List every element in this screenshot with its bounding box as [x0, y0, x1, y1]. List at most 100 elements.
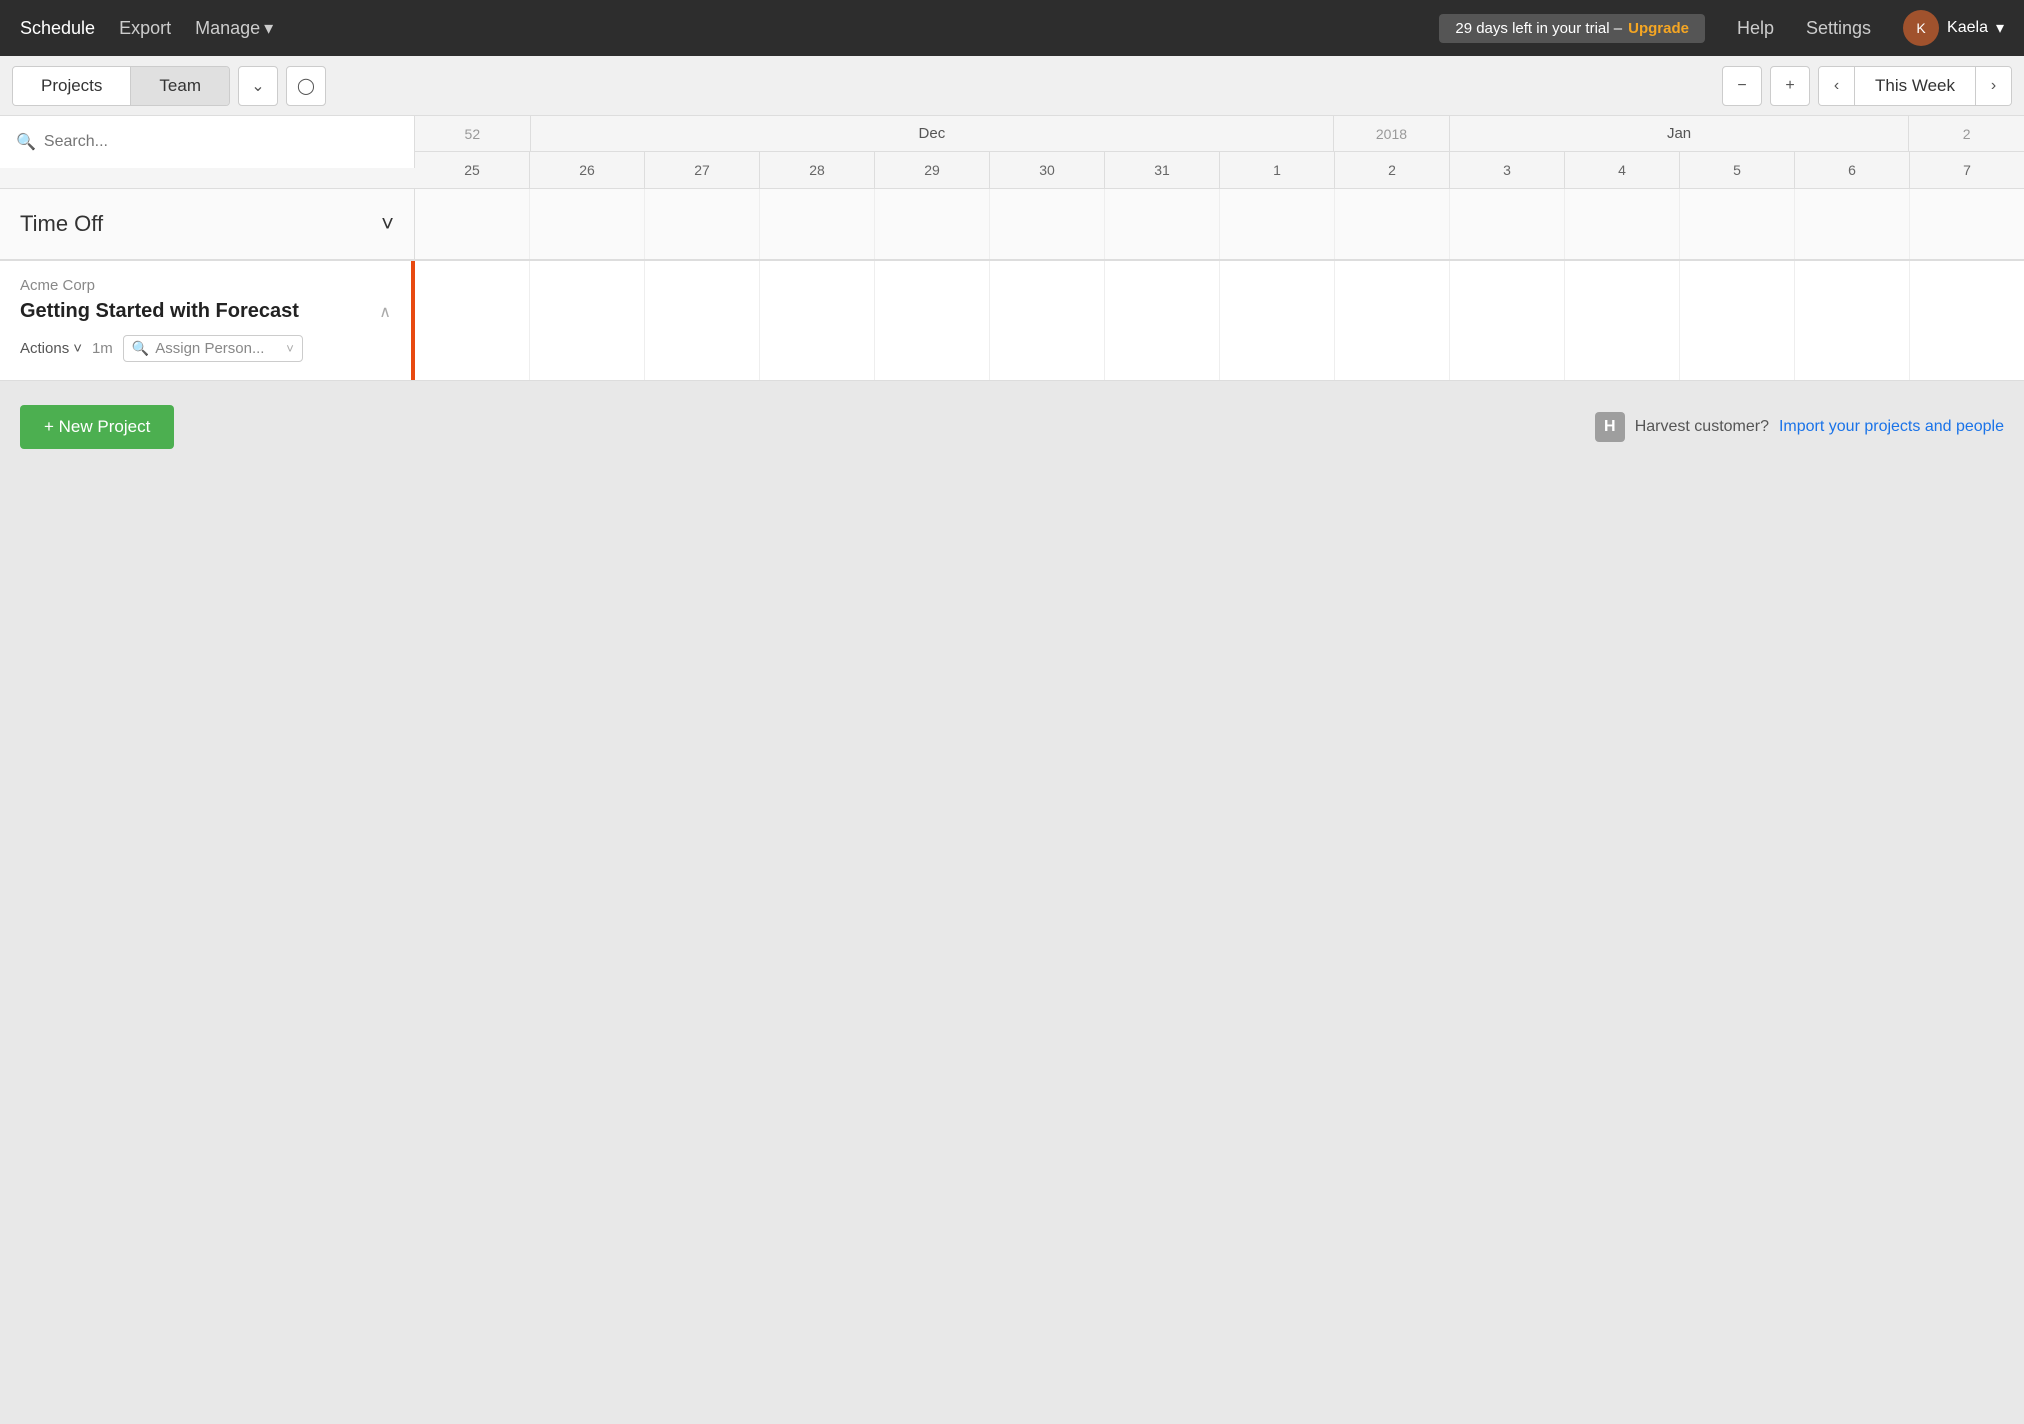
tab-team[interactable]: Team: [131, 67, 229, 105]
zoom-out-btn[interactable]: −: [1722, 66, 1762, 106]
month-dec: Dec: [531, 116, 1335, 151]
nav-export[interactable]: Export: [119, 18, 171, 39]
time-off-cell-5: [990, 189, 1105, 259]
user-chevron: ▾: [1996, 18, 2004, 38]
tab-group: Projects Team: [12, 66, 230, 106]
duration-label: 1m: [92, 340, 113, 357]
date-2: 2: [1335, 152, 1450, 188]
clock-btn[interactable]: ◯: [286, 66, 326, 106]
time-off-cell-9: [1450, 189, 1565, 259]
date-4: 4: [1565, 152, 1680, 188]
assign-dropdown-chevron: ˅: [286, 341, 294, 356]
new-project-button[interactable]: + New Project: [20, 405, 174, 449]
time-off-cell-13: [1910, 189, 2024, 259]
actions-chevron: ˅: [73, 340, 82, 357]
project-cell-6: [1105, 261, 1220, 380]
project-cell-13: [1910, 261, 2024, 380]
date-26: 26: [530, 152, 645, 188]
time-off-grid: [415, 189, 2024, 259]
assign-placeholder: Assign Person...: [155, 340, 264, 357]
search-row: 🔍: [0, 116, 415, 168]
collapse-icon: ⌄: [251, 76, 264, 96]
trial-text: 29 days left in your trial –: [1455, 20, 1622, 37]
time-off-cell-12: [1795, 189, 1910, 259]
time-off-cell-1: [530, 189, 645, 259]
toolbar: Projects Team ⌄ ◯ − + ‹ This Week ›: [0, 56, 2024, 116]
nav-settings[interactable]: Settings: [1806, 18, 1871, 39]
zoom-in-icon: +: [1785, 77, 1794, 95]
zoom-out-icon: −: [1737, 77, 1746, 95]
date-5: 5: [1680, 152, 1795, 188]
project-cell-9: [1450, 261, 1565, 380]
zoom-in-btn[interactable]: +: [1770, 66, 1810, 106]
project-cell-8: [1335, 261, 1450, 380]
time-off-row: Time Off ˅: [0, 189, 2024, 261]
date-row: 25 26 27 28 29 30 31 1 2 3 4 5 6 7: [415, 152, 2024, 188]
collapse-btn[interactable]: ⌄: [238, 66, 278, 106]
week-next-btn[interactable]: ›: [1975, 66, 2011, 106]
time-off-cell-8: [1335, 189, 1450, 259]
time-off-cell-0: [415, 189, 530, 259]
time-off-cell-7: [1220, 189, 1335, 259]
time-off-chevron[interactable]: ˅: [381, 211, 394, 237]
harvest-icon: H: [1595, 412, 1625, 442]
date-7: 7: [1910, 152, 2024, 188]
project-cell-5: [990, 261, 1105, 380]
time-off-cell-2: [645, 189, 760, 259]
project-cell-10: [1565, 261, 1680, 380]
footer-area: + New Project H Harvest customer? Import…: [0, 381, 2024, 473]
project-cell-0: [415, 261, 530, 380]
user-name: Kaela: [1947, 19, 1988, 37]
time-off-cell-6: [1105, 189, 1220, 259]
time-off-cell-11: [1680, 189, 1795, 259]
week-label: This Week: [1855, 67, 1975, 105]
assign-dropdown[interactable]: 🔍 Assign Person... ˅: [123, 335, 303, 362]
project-client: Acme Corp: [20, 277, 391, 294]
month-trailing: 2: [1909, 116, 2024, 151]
nav-help[interactable]: Help: [1737, 18, 1774, 39]
tab-projects[interactable]: Projects: [13, 67, 131, 105]
search-input[interactable]: [44, 133, 398, 151]
project-name-row: Getting Started with Forecast ∧: [20, 300, 391, 323]
time-off-text: Time Off: [20, 211, 103, 237]
project-grid: [415, 261, 2024, 380]
project-cell-11: [1680, 261, 1795, 380]
project-actions-row: Actions ˅ 1m 🔍 Assign Person... ˅: [20, 335, 391, 362]
project-cell-2: [645, 261, 760, 380]
date-29: 29: [875, 152, 990, 188]
nav-user[interactable]: K Kaela ▾: [1903, 10, 2004, 46]
harvest-text: Harvest customer?: [1635, 418, 1769, 436]
date-6: 6: [1795, 152, 1910, 188]
project-collapse-chevron[interactable]: ∧: [379, 302, 391, 322]
date-25: 25: [415, 152, 530, 188]
project-left: Acme Corp Getting Started with Forecast …: [0, 261, 415, 380]
search-icon: 🔍: [16, 132, 36, 152]
nav-manage-label: Manage: [195, 18, 260, 39]
date-27: 27: [645, 152, 760, 188]
week-num-52: 52: [415, 116, 531, 151]
time-off-label: Time Off ˅: [0, 189, 415, 259]
date-28: 28: [760, 152, 875, 188]
calendar-header: 52 Dec 2018 Jan 2 25 26 27 28 29 30 31 1…: [415, 116, 2024, 188]
top-nav: Schedule Export Manage ▾ 29 days left in…: [0, 0, 2024, 56]
nav-schedule[interactable]: Schedule: [20, 18, 95, 39]
project-cell-4: [875, 261, 990, 380]
project-section: Acme Corp Getting Started with Forecast …: [0, 261, 2024, 381]
search-assign-icon: 🔍: [132, 340, 149, 357]
nav-manage-chevron: ▾: [264, 18, 273, 39]
date-31: 31: [1105, 152, 1220, 188]
week-prev-btn[interactable]: ‹: [1819, 66, 1855, 106]
trial-badge: 29 days left in your trial – Upgrade: [1439, 14, 1705, 43]
time-off-cell-4: [875, 189, 990, 259]
avatar: K: [1903, 10, 1939, 46]
project-cell-1: [530, 261, 645, 380]
month-jan: Jan: [1450, 116, 1910, 151]
nav-manage[interactable]: Manage ▾: [195, 18, 273, 39]
harvest-row: H Harvest customer? Import your projects…: [1595, 412, 2004, 442]
harvest-import-link[interactable]: Import your projects and people: [1779, 418, 2004, 436]
upgrade-link[interactable]: Upgrade: [1628, 20, 1689, 37]
project-cell-7: [1220, 261, 1335, 380]
time-off-cell-10: [1565, 189, 1680, 259]
project-cell-12: [1795, 261, 1910, 380]
actions-button[interactable]: Actions ˅: [20, 340, 82, 357]
